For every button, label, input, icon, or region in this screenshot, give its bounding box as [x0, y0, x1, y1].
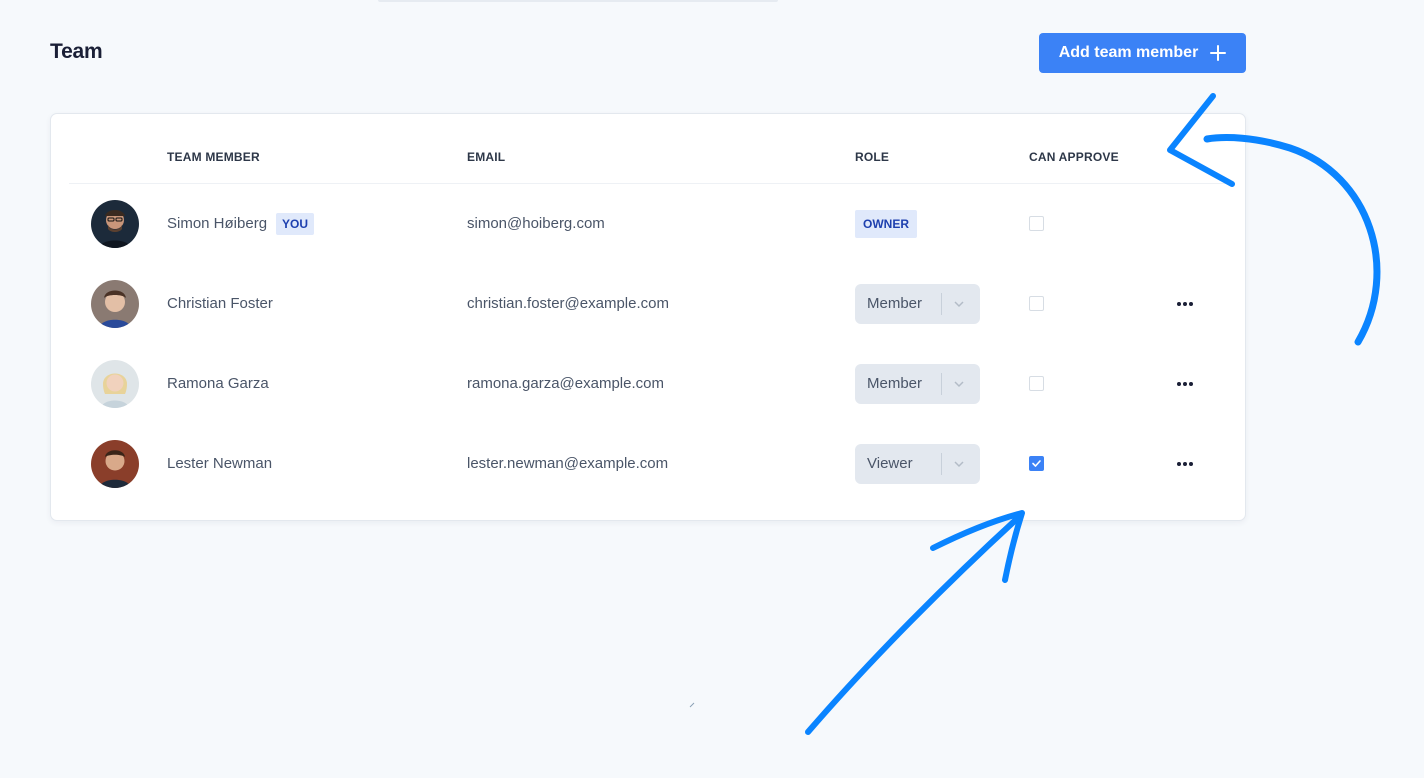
table-header: TEAM MEMBER EMAIL ROLE CAN APPROVE [69, 114, 1227, 184]
chevron-down-icon [954, 461, 964, 468]
role-select[interactable]: Member [855, 364, 980, 404]
table-row: Ramona Garza ramona.garza@example.com Me… [51, 344, 1245, 424]
role-badge: OWNER [855, 210, 917, 238]
more-options-icon[interactable] [1173, 454, 1197, 474]
member-name: Simon Høiberg [167, 215, 268, 232]
member-email: ramona.garza@example.com [467, 375, 664, 392]
straight-arrowhead [930, 510, 1025, 583]
table-row: Christian Foster christian.foster@exampl… [51, 264, 1245, 344]
can-approve-checkbox[interactable] [1029, 456, 1044, 471]
column-header-role: ROLE [855, 150, 890, 164]
column-header-email: EMAIL [467, 150, 506, 164]
plus-icon [1210, 45, 1227, 61]
avatar [91, 360, 139, 408]
role-select-value: Member [867, 375, 923, 392]
role-select-value: Viewer [867, 455, 913, 472]
you-badge: YOU [276, 213, 315, 235]
member-email: simon@hoiberg.com [467, 215, 605, 232]
member-email: christian.foster@example.com [467, 295, 669, 312]
member-name: Christian Foster [167, 295, 273, 312]
chevron-down-icon [954, 381, 964, 388]
more-options-icon[interactable] [1173, 374, 1197, 394]
page-title: Team [50, 40, 103, 63]
role-select[interactable]: Viewer [855, 444, 980, 484]
avatar [91, 200, 139, 248]
member-name: Ramona Garza [167, 375, 269, 392]
more-options-icon[interactable] [1173, 294, 1197, 314]
role-select-value: Member [867, 295, 923, 312]
role-select[interactable]: Member [855, 284, 980, 324]
member-name: Lester Newman [167, 455, 273, 472]
top-divider [378, 0, 778, 2]
can-approve-checkbox[interactable] [1029, 216, 1044, 231]
team-table: TEAM MEMBER EMAIL ROLE CAN APPROVE Simon… [50, 113, 1246, 521]
straight-arrow-annotation [805, 513, 1023, 735]
chevron-down-icon [954, 301, 964, 308]
avatar [91, 280, 139, 328]
stray-mark [689, 702, 695, 708]
member-email: lester.newman@example.com [467, 455, 669, 472]
can-approve-checkbox[interactable] [1029, 376, 1044, 391]
can-approve-checkbox[interactable] [1029, 296, 1044, 311]
table-row: Simon Høiberg YOU simon@hoiberg.com OWNE… [51, 184, 1245, 264]
select-divider [941, 373, 942, 395]
column-header-team-member: TEAM MEMBER [167, 150, 260, 164]
column-header-can-approve: CAN APPROVE [1029, 150, 1119, 164]
avatar [91, 440, 139, 488]
add-team-member-button[interactable]: Add team member [1039, 33, 1246, 73]
select-divider [941, 293, 942, 315]
table-row: Lester Newman lester.newman@example.com … [51, 424, 1245, 504]
add-team-member-label: Add team member [1058, 44, 1199, 61]
checkmark-icon [1032, 460, 1041, 467]
select-divider [941, 453, 942, 475]
